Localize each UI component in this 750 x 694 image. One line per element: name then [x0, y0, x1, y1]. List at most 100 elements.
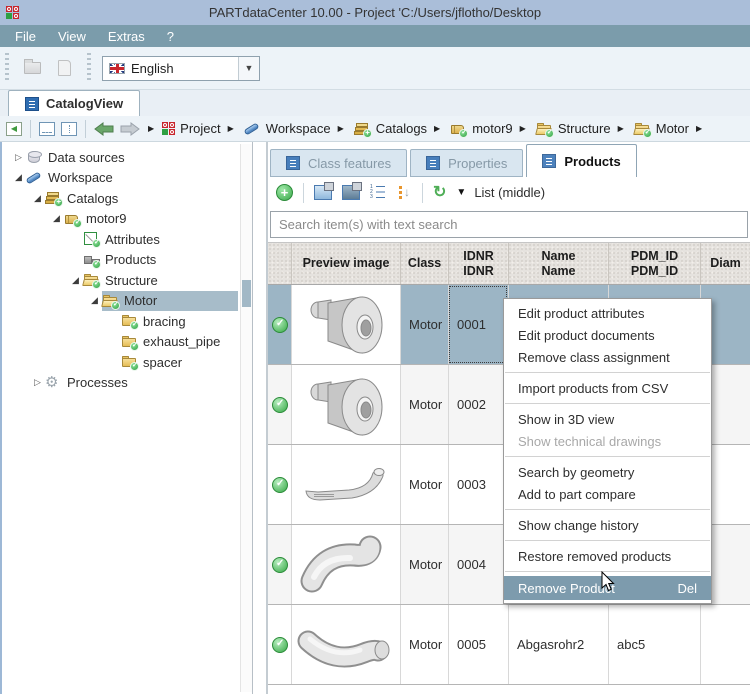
new-project-button[interactable] [52, 56, 76, 80]
tree-item-spacer[interactable]: spacer [3, 352, 252, 373]
tab-properties[interactable]: Properties [410, 149, 524, 177]
preview-image[interactable] [291, 285, 400, 364]
language-dropdown-button[interactable]: ▼ [238, 56, 259, 80]
idnr-cell[interactable]: 0004 [448, 525, 508, 604]
expand-collapsed-icon[interactable]: ▷ [11, 152, 26, 163]
tree-item-exhaust-pipe[interactable]: exhaust_pipe [3, 332, 252, 353]
sort-order-button[interactable] [396, 185, 412, 201]
class-cell[interactable]: Motor [400, 445, 448, 524]
breadcrumb-catalogs[interactable]: Catalogs▶ [352, 121, 442, 138]
pdm-id-cell[interactable]: abc5 [608, 605, 700, 684]
expand-expanded-icon[interactable]: ◢ [68, 275, 83, 286]
column-header-name[interactable]: Name Name [508, 243, 608, 284]
class-cell[interactable]: Motor [400, 605, 448, 684]
column-header-pdm-id[interactable]: PDM_ID PDM_ID [608, 243, 700, 284]
scrollbar-thumb[interactable] [242, 280, 251, 307]
idnr-cell[interactable]: 0005 [448, 605, 508, 684]
menu-separator [505, 403, 710, 404]
tab-catalog-view[interactable]: CatalogView [8, 90, 141, 116]
breadcrumb-structure[interactable]: Structure▶ [534, 121, 626, 138]
breadcrumb-motor9[interactable]: motor9▶ [448, 121, 528, 138]
menu-item-restore-removed-products[interactable]: Restore removed products [504, 545, 711, 567]
menu-item-show-in-3d-view[interactable]: Show in 3D view [504, 408, 711, 430]
menu-item-import-products-from-csv[interactable]: Import products from CSV [504, 377, 711, 399]
numbered-list-button[interactable] [370, 185, 386, 201]
menu-item-show-change-history[interactable]: Show change history [504, 514, 711, 536]
back-button[interactable] [94, 121, 114, 136]
vertical-layout-button[interactable] [61, 121, 77, 136]
expand-expanded-icon[interactable]: ◢ [87, 295, 102, 306]
tree-item-data-sources[interactable]: ▷ Data sources [3, 147, 252, 168]
preview-image[interactable] [291, 445, 400, 524]
tree-item-motor9[interactable]: ◢ motor9 [3, 209, 252, 230]
idnr-cell[interactable]: 0002 [448, 365, 508, 444]
folder-open-icon [82, 272, 101, 290]
open-project-button[interactable] [20, 56, 44, 80]
quick-toolbar: English ▼ [0, 47, 750, 90]
class-cell[interactable]: Motor [400, 525, 448, 604]
breadcrumb-motor[interactable]: Motor▶ [632, 121, 704, 138]
add-product-button[interactable]: + [276, 184, 293, 201]
menu-separator [505, 456, 710, 457]
column-header-idnr[interactable]: IDNR IDNR [448, 243, 508, 284]
tree-item-attributes[interactable]: Attributes [3, 229, 252, 250]
class-cell[interactable]: Motor [400, 285, 448, 364]
separator [422, 182, 423, 203]
idnr-cell[interactable]: 0001 [448, 285, 508, 364]
preview-image[interactable] [291, 525, 400, 604]
language-selector[interactable]: English ▼ [102, 55, 260, 81]
tree-item-structure[interactable]: ◢ Structure [3, 270, 252, 291]
name-cell[interactable]: Abgasrohr2 [508, 605, 608, 684]
menu-item-search-by-geometry[interactable]: Search by geometry [504, 461, 711, 483]
menu-view[interactable]: View [47, 25, 97, 47]
column-header-preview[interactable]: Preview image [291, 243, 400, 284]
menu-help[interactable]: ? [156, 25, 185, 47]
navigation-bar: ◀ ▶ Project▶ Workspace▶ Catalogs▶ motor9… [0, 116, 750, 142]
separator [303, 182, 304, 203]
menu-item-edit-product-attributes[interactable]: Edit product attributes [504, 302, 711, 324]
idnr-cell[interactable]: 0003 [448, 445, 508, 524]
breadcrumb-workspace[interactable]: Workspace ▶ [242, 121, 346, 137]
document-icon [542, 154, 557, 168]
tree-item-processes[interactable]: ▷ ⚙ Processes [3, 373, 252, 394]
export-image-button[interactable] [314, 182, 334, 200]
tree-item-catalogs[interactable]: ◢ Catalogs [3, 188, 252, 209]
column-header-diameter[interactable]: Diam [700, 243, 750, 284]
breadcrumb-caret-icon[interactable]: ▶ [148, 124, 154, 133]
panel-splitter[interactable] [253, 142, 267, 694]
preview-image[interactable] [291, 605, 400, 684]
expand-expanded-icon[interactable]: ◢ [30, 193, 45, 204]
breadcrumb-project[interactable]: Project ▶ [160, 121, 236, 136]
menu-item-remove-class-assignment[interactable]: Remove class assignment [504, 346, 711, 368]
tree-item-bracing[interactable]: bracing [3, 311, 252, 332]
toolbar-grip[interactable] [5, 53, 9, 83]
menu-file[interactable]: File [4, 25, 47, 47]
forward-button[interactable] [120, 121, 140, 136]
menu-item-add-to-part-compare[interactable]: Add to part compare [504, 483, 711, 505]
view-mode-dropdown[interactable]: ▼ List (middle) [456, 185, 545, 200]
menu-item-edit-product-documents[interactable]: Edit product documents [504, 324, 711, 346]
toggle-tree-panel-button[interactable]: ◀ [6, 121, 22, 136]
tree-scrollbar[interactable] [240, 144, 252, 692]
class-cell[interactable]: Motor [400, 365, 448, 444]
tab-products[interactable]: Products [526, 144, 637, 177]
export-preview-button[interactable] [342, 182, 362, 200]
search-input[interactable] [270, 211, 748, 238]
tree-item-motor[interactable]: ◢ Motor [3, 290, 252, 311]
document-icon [25, 96, 39, 111]
diameter-cell[interactable] [700, 605, 750, 684]
tab-class-features[interactable]: Class features [270, 149, 408, 177]
menu-extras[interactable]: Extras [97, 25, 156, 47]
toolbar-grip[interactable] [87, 53, 91, 83]
expand-expanded-icon[interactable]: ◢ [49, 213, 64, 224]
expand-collapsed-icon[interactable]: ▷ [30, 377, 45, 388]
refresh-icon[interactable]: ↻ [433, 184, 446, 201]
column-header-class[interactable]: Class [400, 243, 448, 284]
tree-item-workspace[interactable]: ◢ Workspace [3, 168, 252, 189]
horizontal-layout-button[interactable] [39, 121, 55, 136]
expand-expanded-icon[interactable]: ◢ [11, 172, 26, 183]
preview-image[interactable] [291, 365, 400, 444]
tree-item-products[interactable]: Products [3, 250, 252, 271]
column-header-status[interactable] [268, 243, 291, 284]
table-row[interactable]: Motor 0005 Abgasrohr2 abc5 [268, 605, 750, 685]
